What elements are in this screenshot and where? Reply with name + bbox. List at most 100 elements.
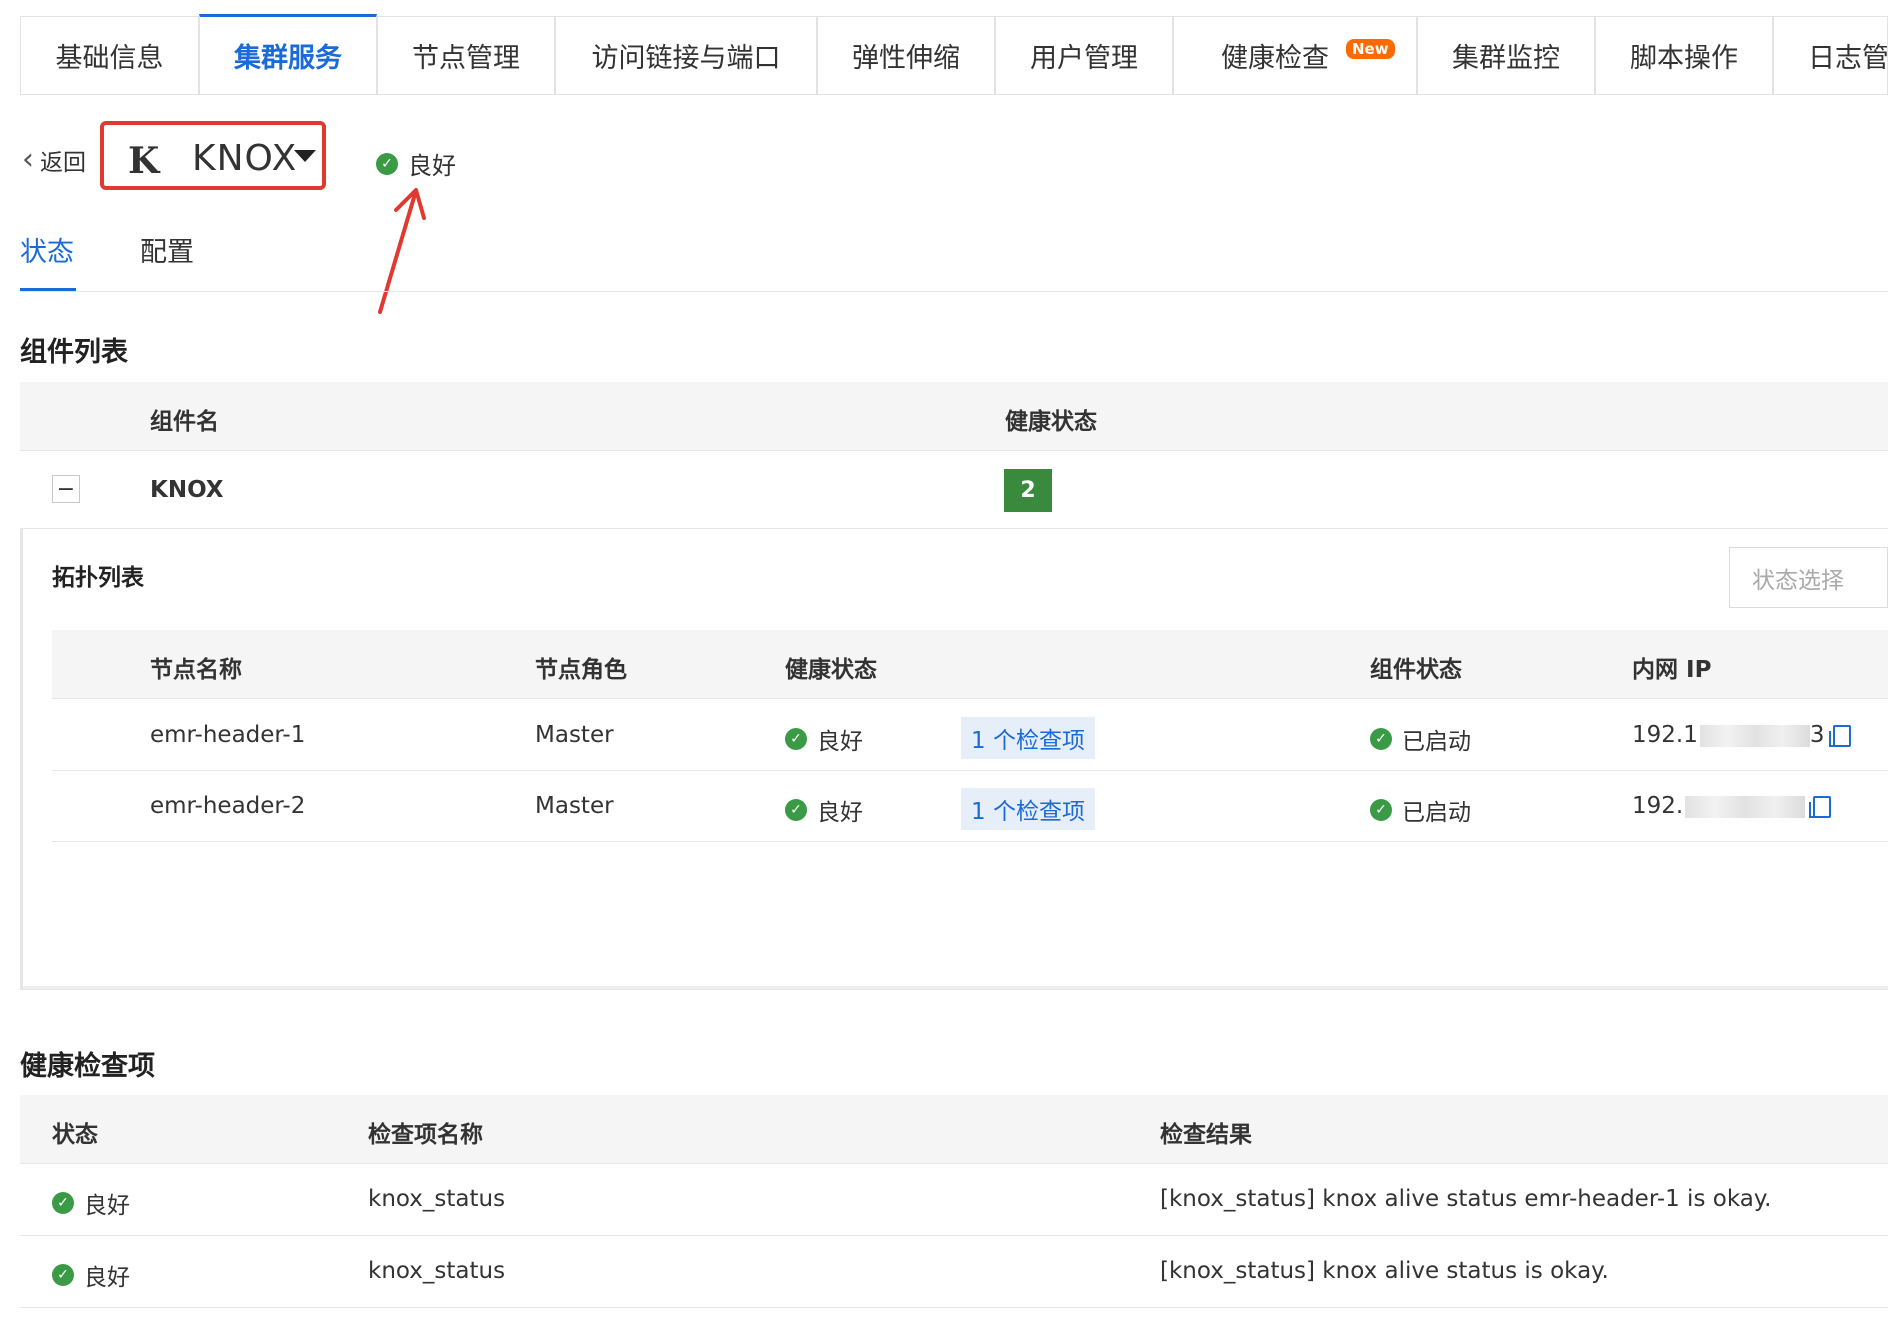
check-result: [knox_status] knox alive status emr-head… xyxy=(1160,1186,1772,1212)
service-selector[interactable]: KNOX xyxy=(192,138,297,179)
ip-redacted xyxy=(1699,724,1810,747)
divider xyxy=(52,841,1888,842)
divider xyxy=(20,1235,1888,1236)
copy-icon[interactable] xyxy=(1828,724,1851,747)
tab-basic-info[interactable]: 基础信息 xyxy=(20,16,199,94)
tab-label: 访问链接与端口 xyxy=(591,43,781,74)
component-status-text: 已启动 xyxy=(1402,729,1471,755)
tab-label: 集群服务 xyxy=(234,43,342,74)
tab-users[interactable]: 用户管理 xyxy=(995,16,1173,94)
service-health-status: ✓ 良好 xyxy=(376,146,456,181)
check-status-text: 良好 xyxy=(84,1193,130,1219)
annotation-arrow-icon xyxy=(378,188,426,314)
check-circle-icon: ✓ xyxy=(52,1264,74,1286)
divider xyxy=(52,770,1888,771)
col-node-name: 节点名称 xyxy=(150,657,242,683)
ip-text: 192. xyxy=(1632,793,1684,819)
col-component-status: 组件状态 xyxy=(1370,657,1462,683)
tab-label: 节点管理 xyxy=(412,43,520,74)
subtab-status[interactable]: 状态 xyxy=(20,230,74,269)
internal-ip: 192.1 3 xyxy=(1632,722,1851,748)
col-health-status: 健康状态 xyxy=(1005,409,1097,435)
tab-logs[interactable]: 日志管 xyxy=(1773,16,1888,94)
check-status: ✓ 良好 xyxy=(52,1186,130,1220)
tab-label: 弹性伸缩 xyxy=(852,43,960,74)
ip-text-suffix: 3 xyxy=(1809,722,1825,748)
node-name: emr-header-2 xyxy=(150,793,306,819)
caret-down-icon[interactable] xyxy=(294,150,316,162)
col-internal-ip: 内网 IP xyxy=(1632,657,1712,683)
col-check-result: 检查结果 xyxy=(1160,1122,1252,1148)
check-name: knox_status xyxy=(368,1186,506,1212)
check-items-link[interactable]: 1 个检查项 xyxy=(961,717,1095,759)
main-tabbar: 基础信息 集群服务 节点管理 访问链接与端口 弹性伸缩 用户管理 健康检查 Ne… xyxy=(20,14,1888,95)
knox-logo-icon: K xyxy=(128,140,160,182)
health-table-header xyxy=(20,1095,1888,1163)
tab-label: 集群监控 xyxy=(1452,43,1560,74)
node-health: ✓ 良好 xyxy=(785,722,863,756)
chevron-left-icon: ‹ xyxy=(22,142,34,177)
check-result: [knox_status] knox alive status is okay. xyxy=(1160,1258,1609,1284)
divider xyxy=(20,1163,1888,1164)
component-status: ✓ 已启动 xyxy=(1370,722,1471,756)
service-status-text: 良好 xyxy=(408,152,456,180)
check-status-text: 良好 xyxy=(84,1265,130,1291)
col-component-name: 组件名 xyxy=(150,409,219,435)
node-role: Master xyxy=(535,793,614,819)
tab-access-links[interactable]: 访问链接与端口 xyxy=(555,16,817,94)
back-label: 返回 xyxy=(40,149,86,176)
check-name: knox_status xyxy=(368,1258,506,1284)
node-health: ✓ 良好 xyxy=(785,793,863,827)
status-filter-select[interactable]: 状态选择 xyxy=(1729,547,1888,608)
node-health-text: 良好 xyxy=(817,729,863,755)
col-check-name: 检查项名称 xyxy=(368,1122,483,1148)
subtab-active-indicator xyxy=(20,288,76,291)
back-link[interactable]: ‹ 返回 xyxy=(22,142,86,177)
check-circle-icon: ✓ xyxy=(785,728,807,750)
col-status: 状态 xyxy=(52,1122,98,1148)
internal-ip: 192. xyxy=(1632,793,1832,819)
divider xyxy=(52,698,1888,699)
node-name: emr-header-1 xyxy=(150,722,306,748)
tab-health-check[interactable]: 健康检查 New xyxy=(1173,16,1417,94)
tab-label: 脚本操作 xyxy=(1630,43,1738,74)
tab-label: 基础信息 xyxy=(55,43,164,74)
check-circle-icon: ✓ xyxy=(1370,799,1392,821)
tab-label: 健康检查 xyxy=(1221,43,1329,74)
component-name: KNOX xyxy=(150,477,224,503)
col-node-role: 节点角色 xyxy=(535,657,627,683)
subtab-divider xyxy=(20,291,1888,292)
component-status: ✓ 已启动 xyxy=(1370,793,1471,827)
check-circle-icon: ✓ xyxy=(376,152,398,175)
ip-text: 192.1 xyxy=(1632,722,1698,748)
check-circle-icon: ✓ xyxy=(1370,728,1392,750)
component-table-header xyxy=(20,382,1888,450)
divider xyxy=(20,1307,1888,1308)
tab-nodes[interactable]: 节点管理 xyxy=(377,16,555,94)
node-role: Master xyxy=(535,722,614,748)
tab-label: 日志管 xyxy=(1808,43,1888,74)
tab-scripts[interactable]: 脚本操作 xyxy=(1595,16,1773,94)
copy-icon[interactable] xyxy=(1809,795,1832,818)
collapse-button[interactable]: − xyxy=(52,475,80,503)
node-health-text: 良好 xyxy=(817,800,863,826)
topology-title: 拓扑列表 xyxy=(52,565,144,591)
check-status: ✓ 良好 xyxy=(52,1258,130,1292)
check-circle-icon: ✓ xyxy=(785,799,807,821)
new-badge: New xyxy=(1346,39,1395,59)
component-list-title: 组件列表 xyxy=(20,337,128,368)
tab-monitoring[interactable]: 集群监控 xyxy=(1417,16,1595,94)
tab-autoscaling[interactable]: 弹性伸缩 xyxy=(817,16,995,94)
health-checks-title: 健康检查项 xyxy=(20,1051,155,1082)
col-node-health: 健康状态 xyxy=(785,657,877,683)
subtab-config[interactable]: 配置 xyxy=(140,230,194,269)
topology-table-header xyxy=(52,630,1888,698)
divider xyxy=(20,450,1888,451)
tab-cluster-services[interactable]: 集群服务 xyxy=(199,14,377,94)
health-count-badge[interactable]: 2 xyxy=(1004,469,1052,512)
ip-redacted xyxy=(1685,795,1806,818)
check-items-link[interactable]: 1 个检查项 xyxy=(961,788,1095,830)
tab-label: 用户管理 xyxy=(1030,43,1138,74)
component-status-text: 已启动 xyxy=(1402,800,1471,826)
check-circle-icon: ✓ xyxy=(52,1192,74,1214)
